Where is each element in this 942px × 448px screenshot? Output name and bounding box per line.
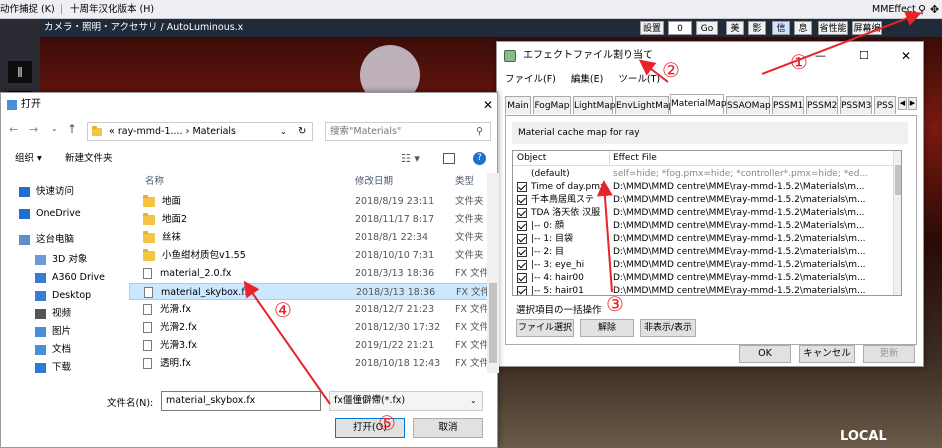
annotation-1: ① <box>790 50 808 74</box>
annotation-2: ② <box>662 58 680 82</box>
annotation-5: ⑤ <box>378 411 396 435</box>
annotation-4: ④ <box>274 298 292 322</box>
annotation-3: ③ <box>606 292 624 316</box>
arrow-3 <box>596 180 613 293</box>
arrow-1 <box>761 10 922 75</box>
